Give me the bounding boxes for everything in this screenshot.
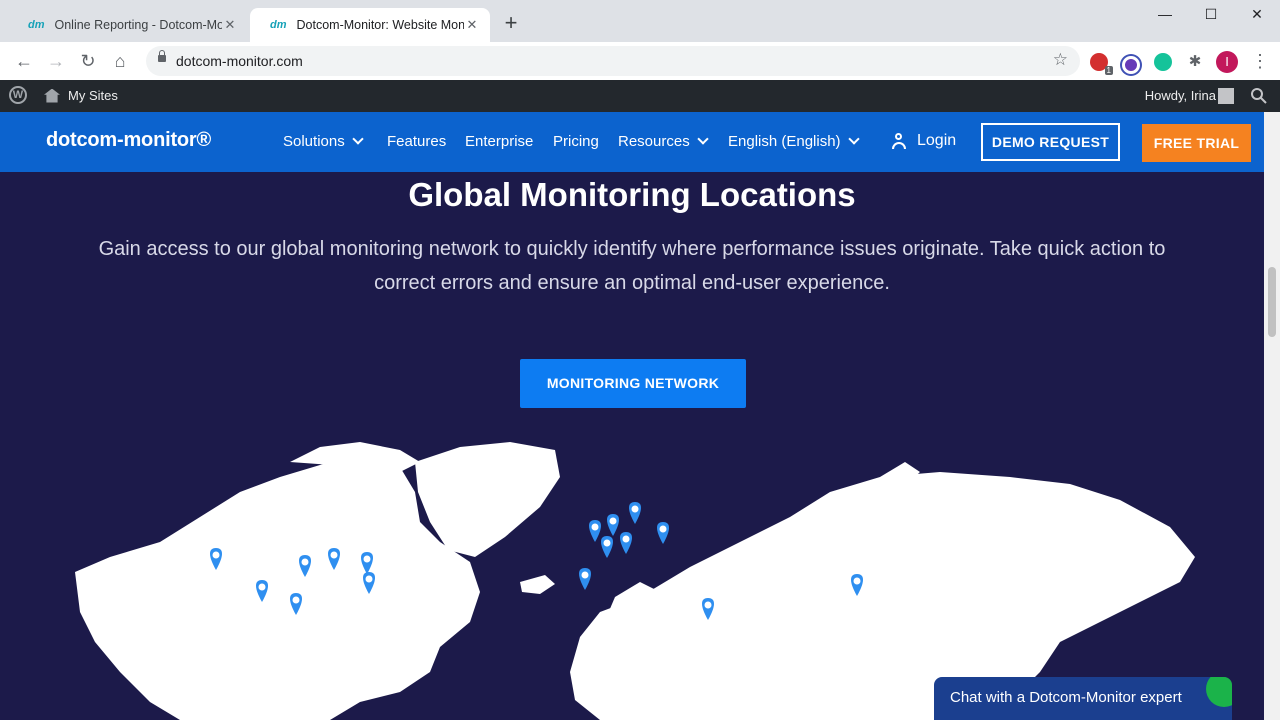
howdy-label[interactable]: Howdy, Irina: [1145, 88, 1216, 103]
location-pin-icon: [589, 520, 601, 542]
iceland-landmass: [520, 575, 555, 594]
menu-kebab-icon[interactable]: ⋮: [1249, 50, 1271, 72]
browser-toolbar: ← → ↻ ⌂ dotcom-monitor.com ☆ 1 ✱ I ⋮: [0, 42, 1280, 81]
demo-request-button[interactable]: DEMO REQUEST: [981, 123, 1120, 161]
chat-widget[interactable]: Chat with a Dotcom-Monitor expert: [934, 677, 1232, 720]
hero-subtitle: Gain access to our global monitoring net…: [98, 238, 1166, 294]
dm-favicon-icon: dm: [270, 19, 287, 31]
hero-section: Global Monitoring Locations Gain access …: [0, 172, 1264, 720]
page-scrollbar[interactable]: [1264, 112, 1280, 720]
user-avatar[interactable]: [1218, 88, 1234, 104]
site-header: dotcom-monitor® Solutions Features Enter…: [0, 112, 1264, 172]
new-tab-plus-icon[interactable]: +: [500, 12, 522, 35]
extension-red-icon[interactable]: 1: [1090, 53, 1113, 75]
monitoring-network-button[interactable]: MONITORING NETWORK: [520, 359, 746, 408]
location-pin-icon: [607, 514, 619, 536]
search-icon[interactable]: [1250, 87, 1268, 105]
chevron-down-icon: [697, 133, 709, 145]
nav-enterprise-label: Enterprise: [465, 133, 534, 150]
wp-admin-bar: W My Sites Howdy, Irina: [0, 80, 1280, 112]
nav-features-label: Features: [387, 133, 447, 150]
user-icon: [892, 133, 906, 149]
free-trial-button[interactable]: FREE TRIAL: [1142, 124, 1251, 162]
grammarly-icon[interactable]: [1154, 53, 1172, 71]
location-pin-icon: [579, 568, 591, 590]
my-sites-label: My Sites: [68, 88, 118, 103]
address-bar[interactable]: dotcom-monitor.com ☆: [146, 46, 1080, 76]
extension-circle-icon[interactable]: [1122, 56, 1140, 74]
dotcom-monitor-logo[interactable]: dotcom-monitor®: [46, 129, 211, 152]
login-link[interactable]: Login: [892, 132, 956, 150]
close-tab-icon[interactable]: ✕: [222, 17, 238, 33]
location-pin-icon: [657, 522, 669, 544]
chevron-down-icon: [352, 133, 364, 145]
wordpress-logo-icon[interactable]: W: [9, 86, 27, 104]
nav-solutions[interactable]: Solutions: [283, 133, 364, 150]
location-pin-icon: [601, 536, 613, 558]
reload-icon[interactable]: ↻: [77, 50, 99, 72]
close-tab-icon[interactable]: ✕: [464, 17, 480, 33]
login-label: Login: [917, 132, 957, 149]
nav-pricing-label: Pricing: [553, 133, 599, 150]
tab-online-reporting[interactable]: dm Online Reporting - Dotcom-Monitor ✕: [8, 8, 248, 42]
chat-status-icon: [1206, 677, 1232, 707]
minimize-icon[interactable]: —: [1142, 6, 1188, 28]
tab-website-monitoring[interactable]: dm Dotcom-Monitor: Website Monitoring ✕: [250, 8, 490, 42]
my-sites-icon: [44, 88, 60, 103]
url-text: dotcom-monitor.com: [176, 53, 303, 69]
close-window-icon[interactable]: ✕: [1234, 6, 1280, 28]
chat-widget-label: Chat with a Dotcom-Monitor expert: [950, 689, 1182, 706]
forward-arrow-icon[interactable]: →: [45, 50, 67, 72]
lock-icon: [158, 50, 166, 62]
scrollbar-thumb[interactable]: [1268, 267, 1276, 337]
nav-resources-label: Resources: [618, 133, 690, 150]
maximize-icon[interactable]: ☐: [1188, 6, 1234, 28]
location-pin-icon: [620, 532, 632, 554]
back-arrow-icon[interactable]: ←: [13, 50, 35, 72]
nav-solutions-label: Solutions: [283, 133, 345, 150]
my-sites-menu[interactable]: My Sites: [44, 88, 118, 103]
nav-enterprise[interactable]: Enterprise: [465, 133, 533, 150]
browser-chrome: dm Online Reporting - Dotcom-Monitor ✕ d…: [0, 0, 1280, 81]
dm-favicon-icon: dm: [28, 19, 45, 31]
nav-language-label: English (English): [728, 133, 841, 150]
hero-title: Global Monitoring Locations: [408, 176, 856, 213]
location-pin-icon: [629, 502, 641, 524]
chevron-down-icon: [847, 133, 860, 145]
tab-title: Dotcom-Monitor: Website Monitoring: [296, 18, 465, 32]
nav-pricing[interactable]: Pricing: [553, 133, 599, 150]
extensions-puzzle-icon[interactable]: ✱: [1186, 53, 1204, 71]
tab-title: Online Reporting - Dotcom-Monitor: [54, 18, 223, 32]
nav-features[interactable]: Features: [387, 133, 446, 150]
profile-avatar[interactable]: I: [1216, 51, 1238, 73]
extension-badge: 1: [1104, 66, 1113, 75]
home-icon[interactable]: ⌂: [109, 50, 131, 72]
bookmark-star-icon[interactable]: ☆: [1053, 50, 1068, 70]
nav-resources[interactable]: Resources: [618, 133, 709, 150]
nav-language[interactable]: English (English): [728, 133, 860, 150]
tab-strip: dm Online Reporting - Dotcom-Monitor ✕ d…: [0, 0, 1280, 42]
